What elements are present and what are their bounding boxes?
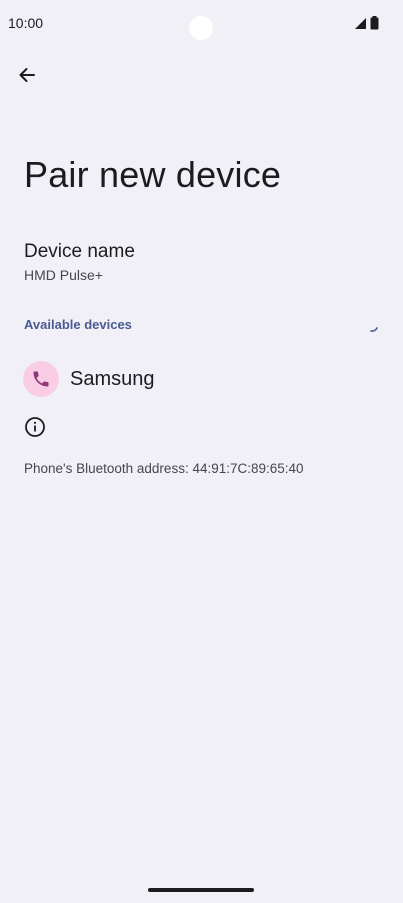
- signal-icon: [355, 17, 366, 29]
- info-icon-container: [24, 416, 46, 438]
- device-item-label: Samsung: [70, 367, 155, 390]
- phone-icon: [33, 371, 49, 387]
- battery-icon: [370, 16, 379, 30]
- status-time: 10:00: [8, 15, 44, 31]
- status-icons: [354, 16, 379, 30]
- device-avatar: [23, 361, 59, 397]
- navigation-handle[interactable]: [148, 888, 254, 892]
- arrow-back-icon: [19, 68, 35, 82]
- device-name-setting[interactable]: Device name HMD Pulse+: [24, 240, 379, 285]
- page-title: Pair new device: [24, 154, 282, 195]
- info-icon: [25, 417, 45, 437]
- device-name-title: Device name: [24, 241, 135, 262]
- device-item-samsung[interactable]: Samsung: [18, 356, 385, 402]
- camera-cutout: [189, 16, 213, 40]
- available-devices-header: Available devices: [24, 317, 132, 332]
- device-name-value: HMD Pulse+: [24, 267, 103, 283]
- bluetooth-address-text: Phone's Bluetooth address: 44:91:7C:89:6…: [24, 461, 304, 476]
- back-button[interactable]: [10, 58, 44, 92]
- scanning-spinner-icon: [370, 327, 378, 332]
- status-bar: 10:00: [0, 0, 403, 48]
